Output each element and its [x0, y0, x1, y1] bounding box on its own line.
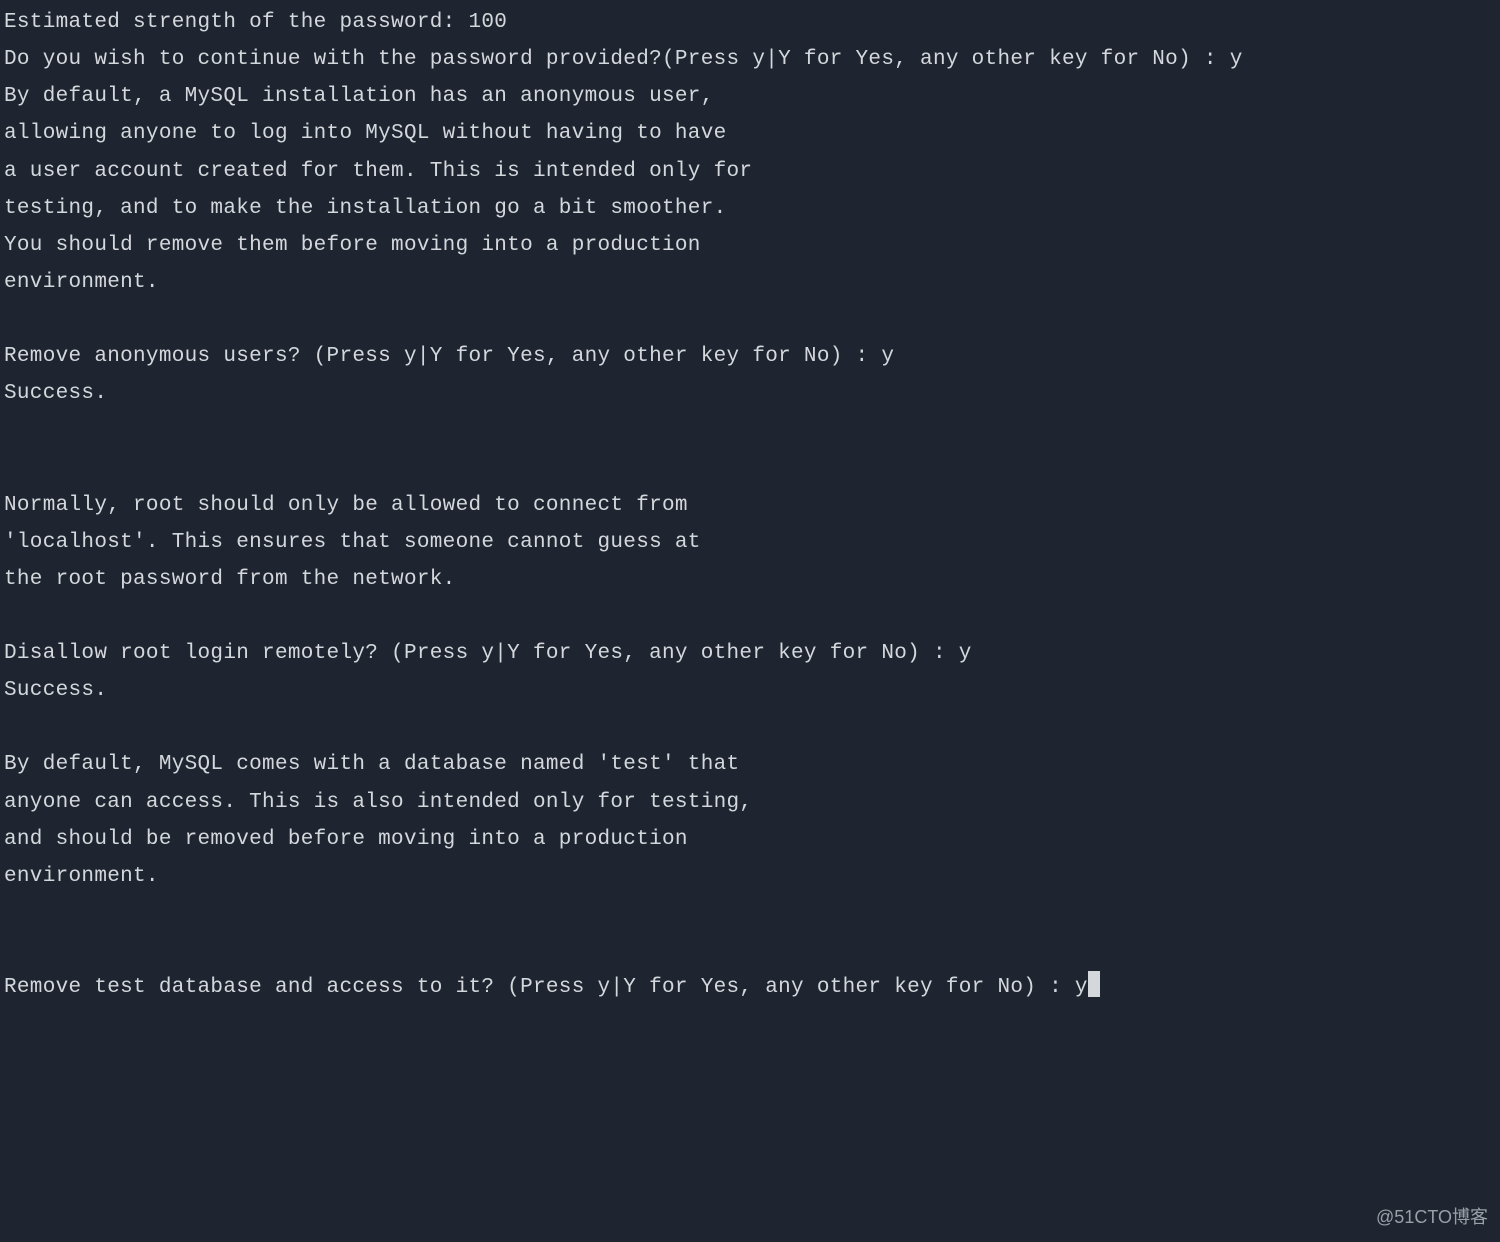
terminal-line: Disallow root login remotely? (Press y|Y… — [4, 635, 1500, 672]
terminal-line — [4, 450, 1500, 487]
terminal-line: 'localhost'. This ensures that someone c… — [4, 524, 1500, 561]
terminal-line: You should remove them before moving int… — [4, 227, 1500, 264]
terminal-line: Do you wish to continue with the passwor… — [4, 41, 1500, 78]
terminal-prompt: Remove test database and access to it? (… — [4, 976, 1075, 999]
terminal-line: By default, a MySQL installation has an … — [4, 78, 1500, 115]
terminal-line: testing, and to make the installation go… — [4, 190, 1500, 227]
terminal-line: a user account created for them. This is… — [4, 153, 1500, 190]
terminal-line: anyone can access. This is also intended… — [4, 784, 1500, 821]
terminal-line: Estimated strength of the password: 100 — [4, 4, 1500, 41]
terminal-line: the root password from the network. — [4, 561, 1500, 598]
terminal-line: environment. — [4, 858, 1500, 895]
terminal-line — [4, 709, 1500, 746]
terminal-line — [4, 413, 1500, 450]
terminal-prompt-line[interactable]: Remove test database and access to it? (… — [4, 969, 1500, 1006]
terminal-line: allowing anyone to log into MySQL withou… — [4, 115, 1500, 152]
terminal-line: Success. — [4, 375, 1500, 412]
terminal-line — [4, 301, 1500, 338]
terminal-output: Estimated strength of the password: 100 … — [4, 4, 1500, 1006]
cursor-icon — [1088, 971, 1100, 997]
terminal-line — [4, 932, 1500, 969]
terminal-line: Remove anonymous users? (Press y|Y for Y… — [4, 338, 1500, 375]
terminal-line — [4, 598, 1500, 635]
terminal-line — [4, 895, 1500, 932]
watermark: @51CTO博客 — [1376, 1202, 1488, 1234]
terminal-line: environment. — [4, 264, 1500, 301]
terminal-line: By default, MySQL comes with a database … — [4, 746, 1500, 783]
terminal-input[interactable]: y — [1075, 976, 1088, 999]
terminal-line: Normally, root should only be allowed to… — [4, 487, 1500, 524]
terminal-line: and should be removed before moving into… — [4, 821, 1500, 858]
terminal-line: Success. — [4, 672, 1500, 709]
